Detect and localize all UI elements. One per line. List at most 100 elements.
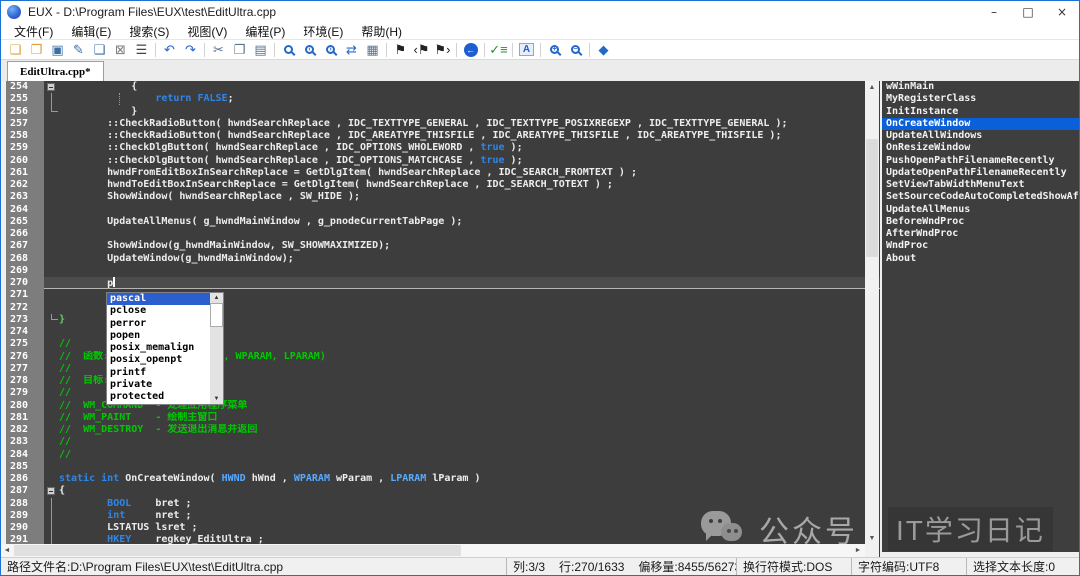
scroll-up-arrow-icon[interactable]: ▲ — [865, 81, 879, 93]
code-line[interactable]: 258 ::CheckRadioButton( hwndSearchReplac… — [6, 130, 880, 142]
menu-item[interactable]: 编程(P) — [236, 23, 294, 40]
menu-item[interactable]: 文件(F) — [5, 23, 62, 40]
autocomplete-item[interactable]: popen — [107, 330, 210, 342]
save-all-files-button[interactable]: ❏ — [89, 41, 110, 59]
redo-button[interactable]: ↷ — [180, 41, 201, 59]
fold-marker[interactable] — [47, 83, 55, 91]
function-list-item[interactable]: wWinMain — [882, 81, 1079, 93]
code-line[interactable]: 260 ::CheckDlgButton( hwndSearchReplace … — [6, 155, 880, 167]
function-list-item[interactable]: SetSourceCodeAutoCompletedShowAf — [882, 191, 1079, 203]
close-file-button[interactable]: ⊠ — [110, 41, 131, 59]
popup-scroll-down-icon[interactable]: ▼ — [210, 394, 223, 404]
editor-vertical-scrollbar[interactable]: ▲ ▼ — [865, 81, 879, 544]
code-line[interactable]: 267 ShowWindow(g_hwndMainWindow, SW_SHOW… — [6, 240, 880, 252]
scroll-down-arrow-icon[interactable]: ▼ — [865, 532, 879, 544]
function-list-item[interactable]: BeforeWndProc — [882, 216, 1079, 228]
code-line[interactable]: 268 UpdateWindow(g_hwndMainWindow); — [6, 253, 880, 265]
menu-item[interactable]: 搜索(S) — [120, 23, 178, 40]
file-list-button[interactable]: ☰ — [131, 41, 152, 59]
function-list-item[interactable]: MyRegisterClass — [882, 93, 1079, 105]
open-file-button[interactable]: ❒ — [26, 41, 47, 59]
about-button[interactable]: ◆ — [593, 41, 614, 59]
code-line[interactable]: 254 { — [6, 81, 880, 93]
function-list-item[interactable]: UpdateOpenPathFilenameRecently — [882, 167, 1079, 179]
autocomplete-item[interactable]: pclose — [107, 305, 210, 317]
menu-item[interactable]: 环境(E) — [294, 23, 352, 40]
code-line[interactable]: 265 UpdateAllMenus( g_hwndMainWindow , g… — [6, 216, 880, 228]
function-list-item[interactable]: AfterWndProc — [882, 228, 1079, 240]
code-line[interactable]: 285 — [6, 461, 880, 473]
menu-item[interactable]: 编辑(E) — [62, 23, 120, 40]
menu-item[interactable]: 帮助(H) — [352, 23, 411, 40]
bookmark-button[interactable]: ⚑ — [390, 41, 411, 59]
function-list-item[interactable]: PushOpenPathFilenameRecently — [882, 155, 1079, 167]
code-line[interactable]: 284// — [6, 449, 880, 461]
paste-button[interactable]: ▤ — [250, 41, 271, 59]
editor-horizontal-scrollbar[interactable]: ◄ ► — [1, 544, 865, 557]
code-line[interactable]: 288 BOOL bret ; — [6, 498, 880, 510]
autocomplete-item[interactable]: protected — [107, 391, 210, 403]
close-button[interactable]: × — [1045, 1, 1079, 23]
save-file-button[interactable]: ▣ — [47, 41, 68, 59]
code-line[interactable]: 263 ShowWindow( hwndSearchReplace , SW_H… — [6, 191, 880, 203]
scroll-left-arrow-icon[interactable]: ◄ — [1, 547, 13, 554]
code-line[interactable]: 283// — [6, 436, 880, 448]
autocomplete-item[interactable]: pascal — [107, 293, 210, 305]
scroll-right-arrow-icon[interactable]: ► — [852, 547, 864, 554]
newline-mode-button[interactable]: ✓≡ — [488, 41, 509, 59]
popup-scroll-up-icon[interactable]: ▲ — [210, 293, 223, 303]
vertical-scroll-thumb[interactable] — [866, 139, 878, 257]
code-line[interactable]: 259 ::CheckDlgButton( hwndSearchReplace … — [6, 142, 880, 154]
autocomplete-item[interactable]: posix_openpt — [107, 354, 210, 366]
popup-scrollbar[interactable]: ▲ ▼ — [210, 293, 223, 404]
function-list-item[interactable]: About — [882, 253, 1079, 265]
horizontal-scroll-thumb[interactable] — [14, 545, 461, 556]
function-list-item[interactable]: OnCreateWindow — [882, 118, 1079, 130]
code-line[interactable]: 290 LSTATUS lsret ; — [6, 522, 880, 534]
code-line[interactable]: 256 } — [6, 106, 880, 118]
undo-button[interactable]: ↶ — [159, 41, 180, 59]
find-next-button[interactable]: › — [320, 41, 341, 59]
zoom-out-button[interactable]: − — [565, 41, 586, 59]
minimize-button[interactable]: – — [977, 1, 1011, 23]
find-button[interactable] — [278, 41, 299, 59]
prev-bookmark-button[interactable]: ‹⚑ — [411, 41, 432, 59]
save-file-as-button[interactable]: ✎ — [68, 41, 89, 59]
fold-marker[interactable] — [47, 487, 55, 495]
autocomplete-item[interactable]: private — [107, 379, 210, 391]
code-line[interactable]: 257 ::CheckRadioButton( hwndSearchReplac… — [6, 118, 880, 130]
new-file-button[interactable]: ❏ — [5, 41, 26, 59]
code-line[interactable]: 264 — [6, 204, 880, 216]
code-line[interactable]: 269 — [6, 265, 880, 277]
code-line[interactable]: 262 hwndToEditBoxInSearchReplace = GetDl… — [6, 179, 880, 191]
function-list-item[interactable]: OnResizeWindow — [882, 142, 1079, 154]
cut-button[interactable]: ✂ — [208, 41, 229, 59]
autocomplete-item[interactable]: printf — [107, 367, 210, 379]
function-list-item[interactable]: InitInstance — [882, 106, 1079, 118]
code-line[interactable]: 261 hwndFromEditBoxInSearchReplace = Get… — [6, 167, 880, 179]
code-line[interactable]: 282// WM_DESTROY - 发送退出消息并返回 — [6, 424, 880, 436]
code-line[interactable]: 255 return FALSE; — [6, 93, 880, 105]
code-line[interactable]: 286static int OnCreateWindow( HWND hWnd … — [6, 473, 880, 485]
code-line[interactable]: 281// WM_PAINT - 绘制主窗口 — [6, 412, 880, 424]
find-in-files-button[interactable]: ▦ — [362, 41, 383, 59]
popup-scroll-thumb[interactable] — [210, 303, 223, 327]
function-list-item[interactable]: WndProc — [882, 240, 1079, 252]
document-tab[interactable]: EditUltra.cpp* — [7, 61, 104, 81]
function-list-item[interactable]: SetViewTabWidthMenuText — [882, 179, 1079, 191]
code-line[interactable]: 289 int nret ; — [6, 510, 880, 522]
function-list-item[interactable]: UpdateAllWindows — [882, 130, 1079, 142]
replace-button[interactable]: ⇄ — [341, 41, 362, 59]
next-bookmark-button[interactable]: ⚑› — [432, 41, 453, 59]
copy-button[interactable]: ❐ — [229, 41, 250, 59]
autocomplete-item[interactable]: posix_memalign — [107, 342, 210, 354]
function-list-item[interactable]: UpdateAllMenus — [882, 204, 1079, 216]
zoom-in-button[interactable]: + — [544, 41, 565, 59]
find-prev-button[interactable]: ‹ — [299, 41, 320, 59]
code-line[interactable]: 270 p — [6, 277, 880, 289]
syntax-highlight-button[interactable]: A — [516, 41, 537, 59]
navigate-back-button[interactable]: ← — [460, 41, 481, 59]
code-line[interactable]: 287{ — [6, 485, 880, 497]
menu-item[interactable]: 视图(V) — [178, 23, 236, 40]
maximize-button[interactable]: □ — [1011, 1, 1045, 23]
